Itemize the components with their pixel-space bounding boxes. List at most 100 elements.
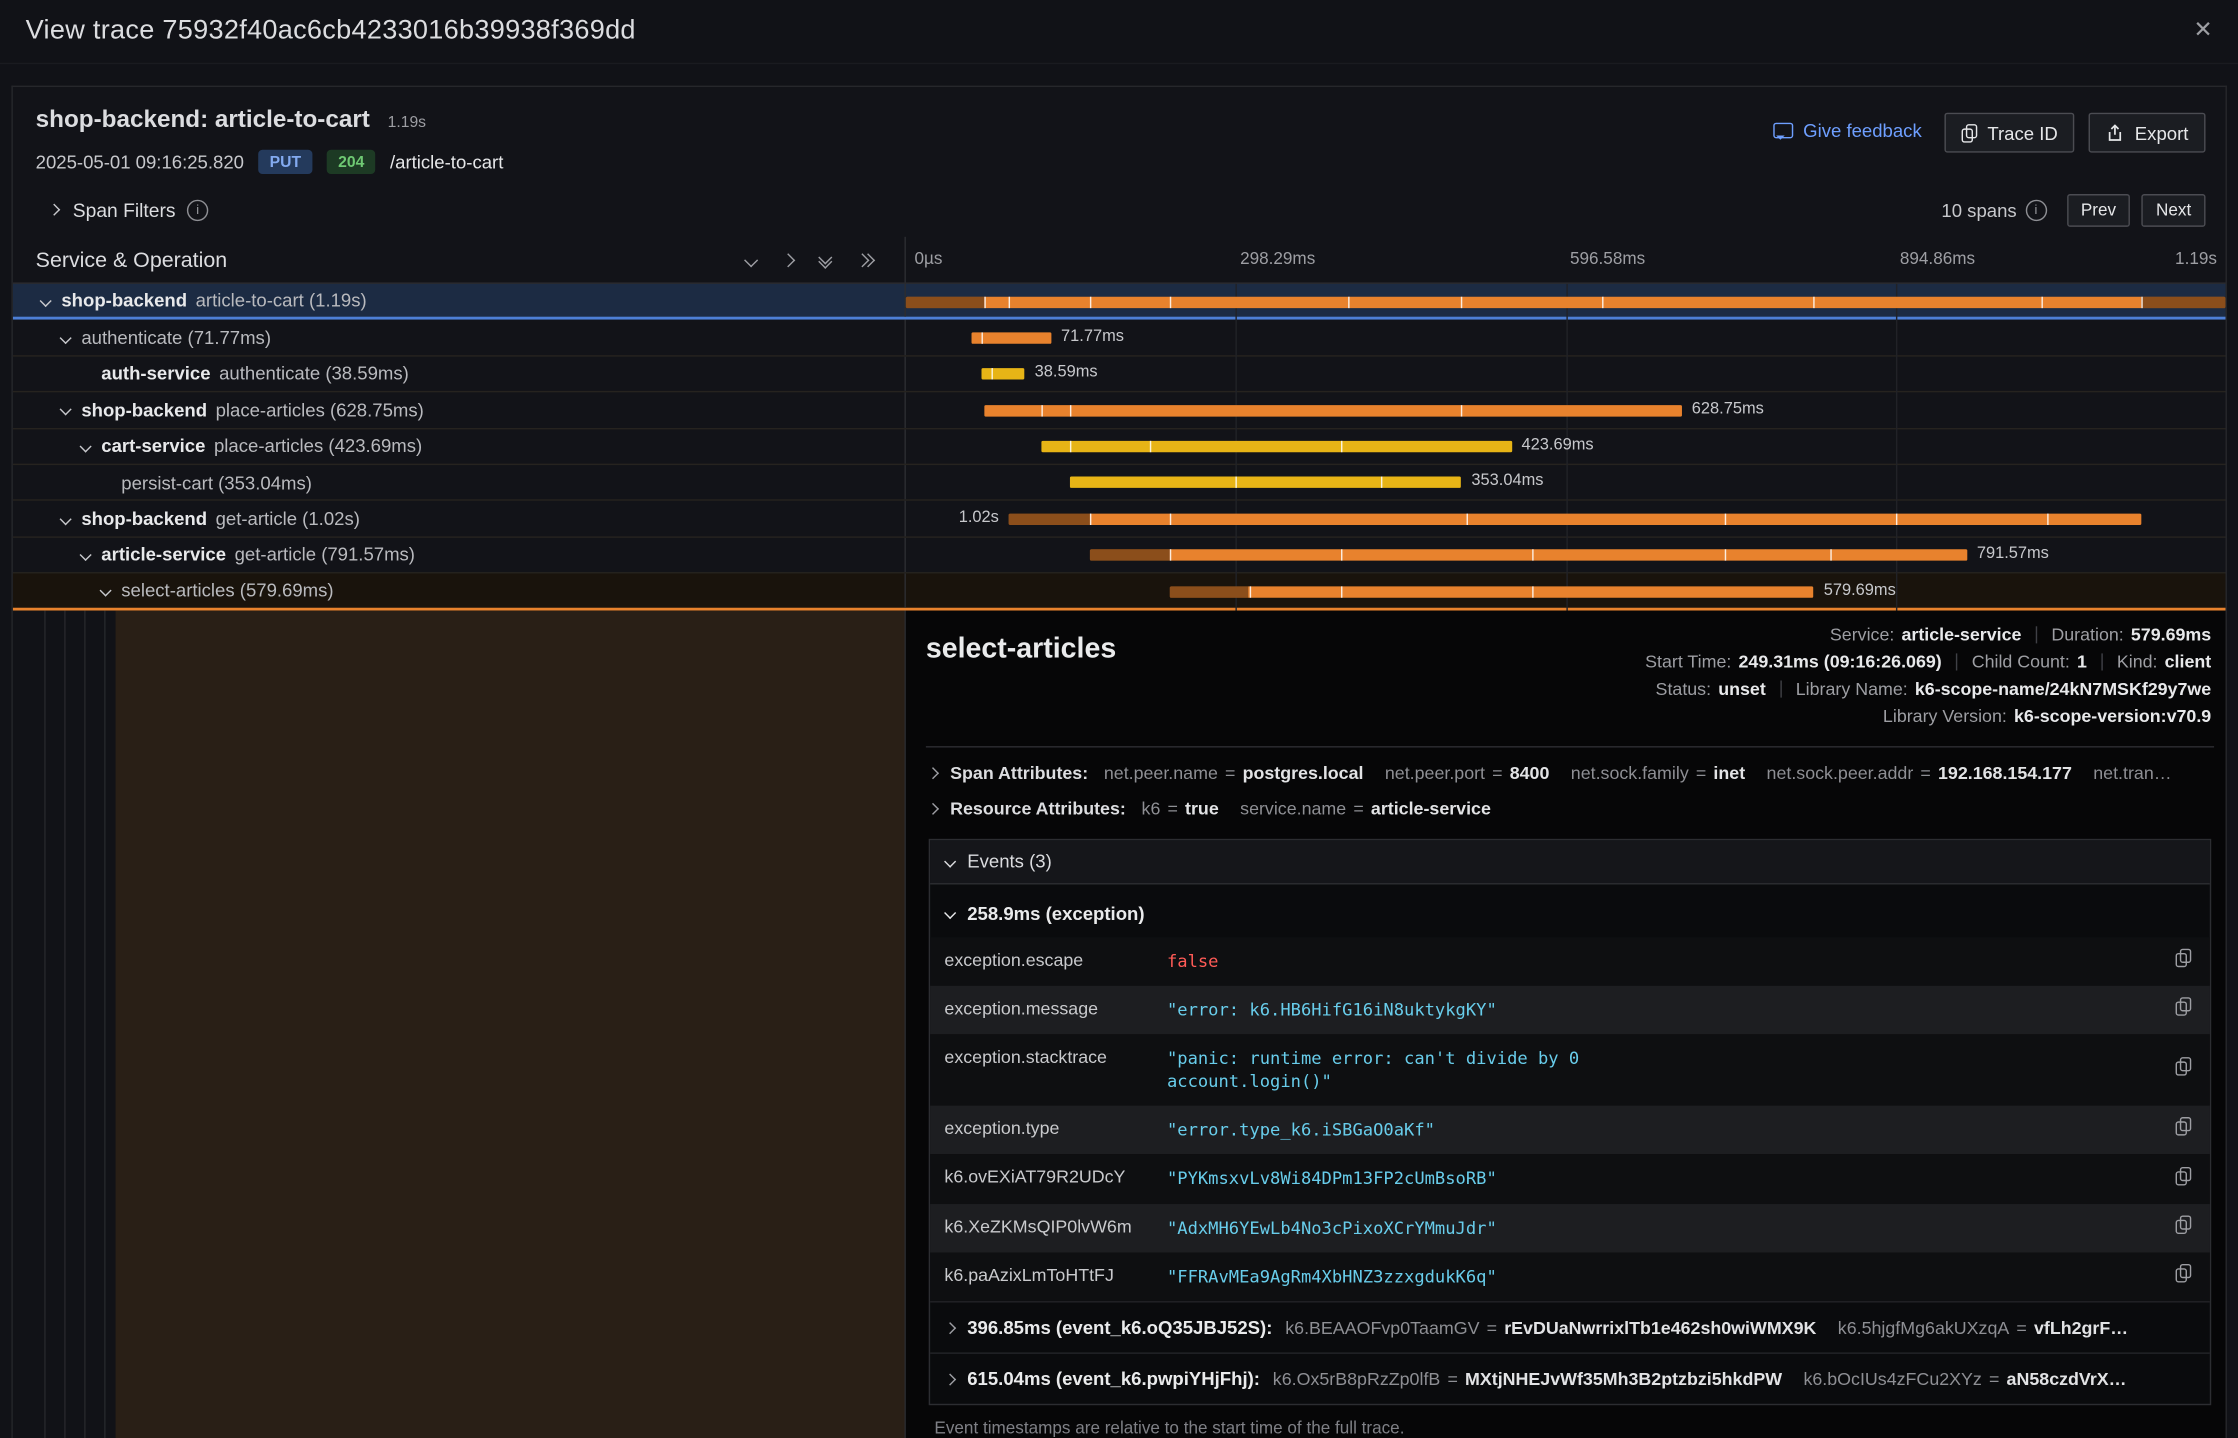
export-label: Export [2135,122,2189,143]
span-bar-cell[interactable]: 628.75ms [906,393,2226,428]
collapsed-event-row[interactable]: 615.04ms (event_k6.pwpiYHjFhj):k6.Ox5rB8… [930,1352,2210,1403]
span-duration-bar[interactable] [984,405,1682,416]
chevron-right-icon[interactable] [48,204,60,216]
chevron-right-icon [929,802,939,814]
span-bar-cell[interactable]: 423.69ms [906,429,2226,464]
copy-glyph [2176,1118,2192,1137]
attr-key: service.name [1240,798,1346,818]
span-name-cell[interactable]: cart-serviceplace-articles (423.69ms) [13,429,906,464]
trace-row[interactable]: article-serviceget-article (791.57ms)791… [13,537,2226,573]
chevron-down-icon[interactable] [61,406,81,415]
trace-id-button[interactable]: Trace ID [1945,113,2075,153]
equals-sign: = [1167,798,1177,818]
trace-row[interactable]: shop-backendplace-articles (628.75ms)628… [13,393,2226,429]
export-button[interactable]: Export [2089,113,2205,153]
span-name-cell[interactable]: shop-backendarticle-to-cart (1.19s) [13,284,906,317]
span-bar-cell[interactable] [906,284,2226,317]
modal-header: View trace 75932f40ac6cb4233016b39938f36… [0,0,2238,64]
collapsed-event-row[interactable]: 396.85ms (event_k6.oQ35JBJ52S):k6.BEAAOF… [930,1301,2210,1352]
attr-key: k6.5hjgfMg6akUXzqA [1838,1317,2009,1337]
span-name-cell[interactable]: article-serviceget-article (791.57ms) [13,537,906,572]
span-service-name: shop-backend [61,290,187,311]
span-filters-label[interactable]: Span Filters [73,199,176,220]
trace-row[interactable]: persist-cart (353.04ms)353.04ms [13,465,2226,501]
events-header-label: Events (3) [967,850,1052,871]
attr-value: 8400 [1510,763,1550,783]
copy-icon[interactable] [2176,997,2192,1023]
close-icon[interactable]: ✕ [2194,20,2213,43]
trace-duration: 1.19s [388,114,426,131]
meta-key: Service: [1830,624,1894,644]
attr-value: vfLh2grF… [2034,1317,2128,1337]
span-attributes-label: Span Attributes: [950,763,1088,783]
copy-icon[interactable] [2176,1057,2192,1083]
span-name-cell[interactable]: auth-serviceauthenticate (38.59ms) [13,356,906,391]
chevron-down-icon[interactable] [61,333,81,342]
chevron-right-icon [944,1321,956,1333]
span-service-name: shop-backend [81,508,207,529]
copy-icon[interactable] [2176,1215,2192,1241]
http-method-badge: PUT [258,150,312,174]
give-feedback-link[interactable]: Give feedback [1773,120,1922,141]
span-name-cell[interactable]: authenticate (71.77ms) [13,320,906,355]
copy-icon[interactable] [2176,1118,2192,1144]
copy-icon[interactable] [2176,948,2192,974]
chevron-down-icon[interactable] [61,514,81,523]
span-duration-bar[interactable] [1170,586,1814,597]
span-attributes-row[interactable]: Span Attributes: net.peer.name=postgres.… [929,763,2214,783]
chevron-down-icon[interactable] [81,442,101,451]
collapse-all-icon[interactable] [820,253,830,267]
indent-guide [44,610,45,1438]
exception-event-header[interactable]: 258.9ms (exception) [930,884,2210,937]
expand-all-icon[interactable] [857,255,873,265]
span-duration-bar[interactable] [1009,513,2141,524]
span-bar-cell[interactable]: 1.02s [906,501,2226,536]
child-span-marker [992,368,993,379]
chevron-down-icon[interactable] [81,551,101,560]
trace-row[interactable]: authenticate (71.77ms)71.77ms [13,320,2226,356]
resource-attributes-row[interactable]: Resource Attributes: k6=trueservice.name… [929,798,2214,818]
chevron-down-icon[interactable] [101,586,121,595]
trace-row[interactable]: select-articles (579.69ms)579.69ms [13,574,2226,610]
child-span-marker [981,332,982,343]
collapse-one-icon[interactable] [744,253,758,267]
child-span-marker [1249,586,1250,597]
next-button[interactable]: Next [2142,193,2206,226]
span-name-cell[interactable]: persist-cart (353.04ms) [13,465,906,500]
child-span-marker [1089,296,1090,307]
expand-one-icon[interactable] [781,253,795,267]
span-bar-cell[interactable]: 38.59ms [906,356,2226,391]
event-attr-value: "error: k6.HB6HifG16iN8uktykgKY" [1161,985,2210,1034]
span-duration-bar[interactable] [1042,441,1512,452]
copy-glyph [2176,1215,2192,1234]
prev-button[interactable]: Prev [2067,193,2131,226]
events-header[interactable]: Events (3) [930,840,2210,884]
span-duration-bar[interactable] [1089,550,1967,561]
span-bar-cell[interactable]: 353.04ms [906,465,2226,500]
event-title: 396.85ms (event_k6.oQ35JBJ52S): [967,1317,1272,1338]
child-span-marker [1170,513,1171,524]
span-duration-bar[interactable] [972,332,1051,343]
span-bar-cell[interactable]: 791.57ms [906,537,2226,572]
span-name-cell[interactable]: shop-backendget-article (1.02s) [13,501,906,536]
span-bar-cell[interactable]: 579.69ms [906,574,2226,607]
chevron-glyph [60,331,72,343]
span-name-cell[interactable]: select-articles (579.69ms) [13,574,906,607]
copy-icon[interactable] [2176,1166,2192,1192]
copy-icon[interactable] [2176,1264,2192,1290]
meta-value: 579.69ms [2131,624,2211,644]
trace-row[interactable]: shop-backendarticle-to-cart (1.19s) [13,284,2226,320]
span-bar-cell[interactable]: 71.77ms [906,320,2226,355]
span-duration-bar[interactable] [906,296,2226,307]
span-duration-bar[interactable] [981,368,1025,379]
event-attribute-table: exception.escapefalseexception.message"e… [930,937,2210,1301]
chevron-down-icon[interactable] [41,296,61,305]
span-duration-bar[interactable] [1070,477,1462,488]
trace-row[interactable]: cart-serviceplace-articles (423.69ms)423… [13,429,2226,465]
child-span-marker [1070,441,1071,452]
attr-value: inet [1713,763,1745,783]
trace-row[interactable]: auth-serviceauthenticate (38.59ms)38.59m… [13,356,2226,392]
span-name-cell[interactable]: shop-backendplace-articles (628.75ms) [13,393,906,428]
ruler-tick: 596.58ms [1570,248,1645,268]
trace-row[interactable]: shop-backendget-article (1.02s)1.02s [13,501,2226,537]
